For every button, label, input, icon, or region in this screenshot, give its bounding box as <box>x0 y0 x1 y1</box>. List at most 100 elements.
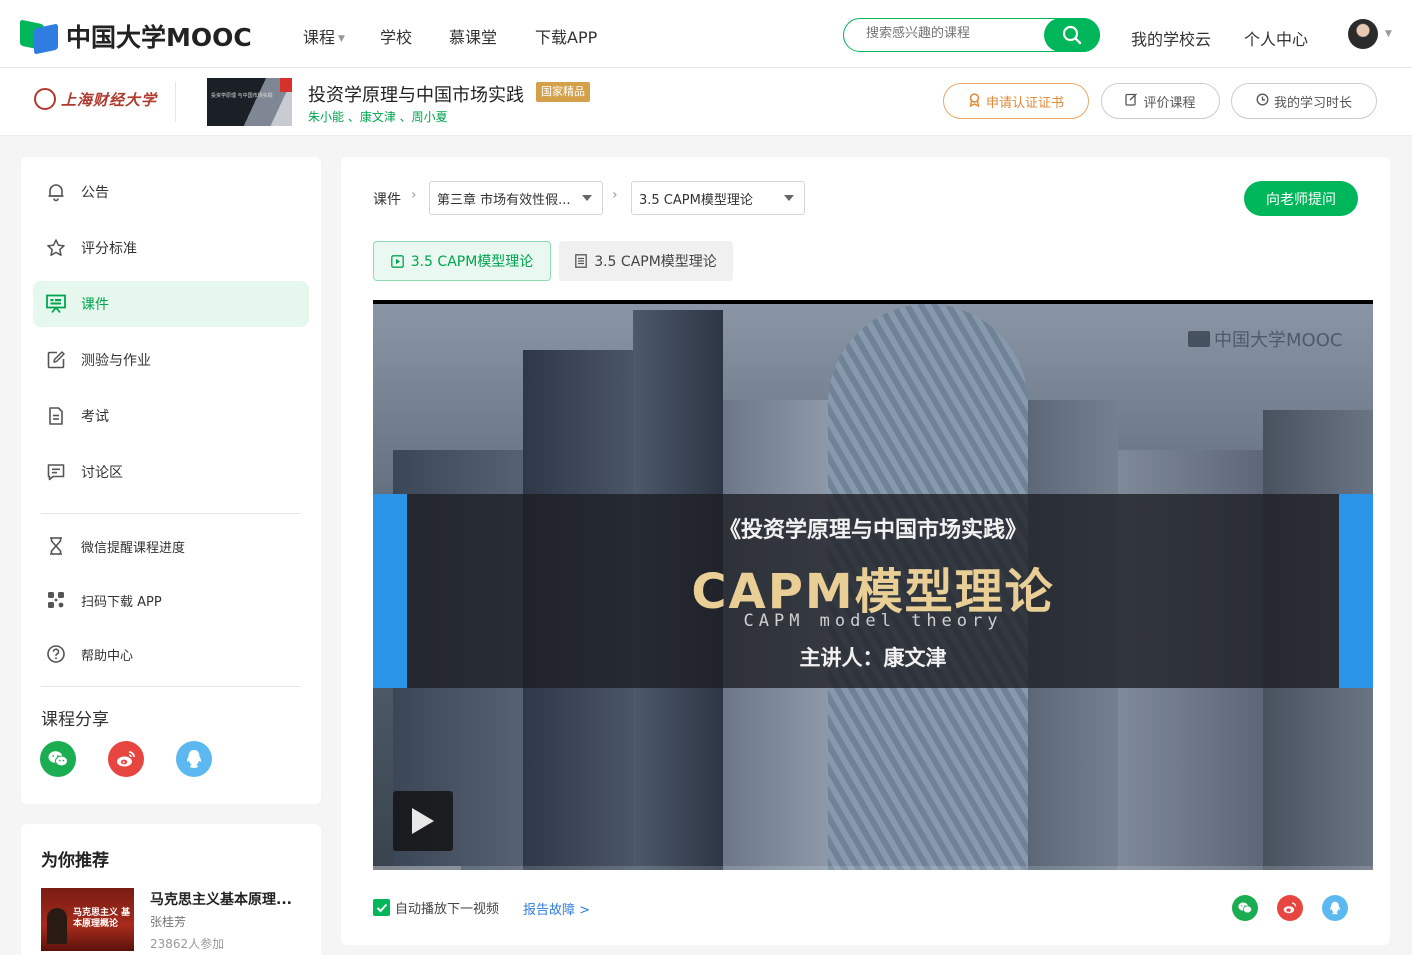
autoplay-checkbox[interactable]: 自动播放下一视频 <box>373 898 499 917</box>
mooc-logo-icon <box>20 19 60 55</box>
sidebar-divider <box>41 686 301 687</box>
sidebar-divider <box>41 513 301 514</box>
ask-teacher-button[interactable]: 向老师提问 <box>1244 181 1358 216</box>
avatar[interactable] <box>1348 19 1378 49</box>
video-subtitle: 《投资学原理与中国市场实践》 <box>718 518 1027 543</box>
breadcrumb-label[interactable]: 课件 <box>373 189 401 209</box>
chevron-right-icon: › <box>411 187 417 203</box>
rate-course-button[interactable]: 评价课程 <box>1101 83 1220 119</box>
apply-certificate-label: 申请认证证书 <box>985 95 1064 111</box>
wechat-share-button[interactable] <box>40 741 76 777</box>
qq-share-button[interactable] <box>1322 895 1348 921</box>
video-icon <box>390 254 404 268</box>
dropdown-caret-icon: ▼ <box>338 34 345 44</box>
report-issue-link[interactable]: 报告故障 > <box>523 899 590 918</box>
sidebar-item-discussion[interactable]: 讨论区 <box>33 449 309 495</box>
mooc-watermark-icon <box>1188 331 1210 347</box>
sidebar-tool-download-app[interactable]: 扫码下载 APP <box>33 577 309 623</box>
search-button[interactable] <box>1044 18 1100 52</box>
share-title: 课程分享 <box>41 710 109 730</box>
bell-icon <box>45 181 67 203</box>
play-button[interactable] <box>393 791 453 851</box>
mooc-logo[interactable]: 中国大学MOOC <box>20 18 252 55</box>
sidebar-item-label: 考试 <box>81 409 109 425</box>
lesson-select[interactable]: 3.5 CAPM模型理论 <box>631 181 805 215</box>
weibo-share-button[interactable] <box>108 741 144 777</box>
recommend-course-count: 23862人参加 <box>150 937 225 951</box>
unit-tab-document[interactable]: 3.5 CAPM模型理论 <box>559 241 733 281</box>
unit-tab-label: 3.5 CAPM模型理论 <box>594 254 717 270</box>
qrcode-icon <box>45 589 67 611</box>
video-speaker: 主讲人：康文津 <box>799 646 947 670</box>
search-input[interactable] <box>866 26 1036 41</box>
course-header: 上海财经大学 投资学原理 与中国市场实践 投资学原理与中国市场实践 国家精品 朱… <box>0 68 1412 136</box>
chapter-select-value: 第三章 市场有效性假... <box>437 192 571 208</box>
clock-icon <box>1256 93 1269 109</box>
play-icon <box>412 808 434 834</box>
weibo-icon <box>117 751 135 767</box>
video-watermark-text: 中国大学MOOC <box>1214 330 1343 351</box>
weibo-icon <box>1283 902 1297 914</box>
sidebar-item-announcement[interactable]: 公告 <box>33 169 309 215</box>
document-icon <box>45 405 67 427</box>
chevron-right-icon: › <box>612 187 618 203</box>
avatar-dropdown-icon[interactable]: ▼ <box>1385 29 1392 39</box>
rate-edit-icon <box>1125 93 1138 109</box>
my-school-cloud-link[interactable]: 我的学校云 <box>1131 26 1211 50</box>
recommend-course-name[interactable]: 马克思主义基本原理... <box>150 889 300 909</box>
search-box <box>843 18 1100 52</box>
sidebar-item-courseware[interactable]: 课件 <box>33 281 309 327</box>
sidebar-item-quiz[interactable]: 测验与作业 <box>33 337 309 383</box>
sidebar-item-label: 评分标准 <box>81 241 137 257</box>
chapter-select[interactable]: 第三章 市场有效性假... <box>429 181 603 215</box>
course-thumbnail[interactable]: 投资学原理 与中国市场实践 <box>207 78 292 126</box>
course-teachers[interactable]: 朱小能 、康文津 、周小夏 <box>308 108 448 125</box>
sidebar-tool-help-center[interactable]: 帮助中心 <box>33 631 309 677</box>
recommend-title: 为你推荐 <box>41 851 109 871</box>
qq-icon <box>186 750 202 768</box>
rate-course-label: 评价课程 <box>1143 95 1196 111</box>
qq-share-button[interactable] <box>176 741 212 777</box>
award-icon <box>968 92 981 110</box>
sidebar-item-label: 测验与作业 <box>81 353 151 369</box>
brand-name: 中国大学MOOC <box>66 23 252 52</box>
courseware-panel: 课件 › 第三章 市场有效性假... › 3.5 CAPM模型理论 向老师提问 … <box>341 157 1390 945</box>
recommend-course-thumbnail[interactable]: 马克思主义 基本原理概论 <box>41 888 134 951</box>
nav-mooc-classroom[interactable]: 慕课堂 <box>449 24 497 48</box>
sidebar-item-exam[interactable]: 考试 <box>33 393 309 439</box>
apply-certificate-button[interactable]: 申请认证证书 <box>943 83 1089 119</box>
quality-badge: 国家精品 <box>536 82 590 102</box>
presentation-icon <box>45 293 67 315</box>
video-progress-bar[interactable] <box>373 866 1373 870</box>
school-name: 上海财经大学 <box>61 90 158 109</box>
lesson-select-value: 3.5 CAPM模型理论 <box>639 192 753 208</box>
hourglass-icon <box>45 535 67 557</box>
qq-icon <box>1330 901 1340 915</box>
sidebar-tool-wechat-reminder[interactable]: 微信提醒课程进度 <box>33 523 309 569</box>
study-time-label: 我的学习时长 <box>1273 95 1352 111</box>
video-progress-fill <box>373 866 461 870</box>
video-player[interactable]: 中国大学MOOC 《投资学原理与中国市场实践》 CAPM模型理论 CAPM mo… <box>373 300 1373 870</box>
unit-tab-video[interactable]: 3.5 CAPM模型理论 <box>373 241 551 281</box>
help-icon <box>45 643 67 665</box>
weibo-share-button[interactable] <box>1277 895 1303 921</box>
school-logo[interactable]: 上海财经大学 <box>34 88 157 110</box>
unit-tab-label: 3.5 CAPM模型理论 <box>410 254 534 270</box>
chevron-down-icon <box>784 195 794 201</box>
wechat-icon <box>1238 902 1252 914</box>
study-time-button[interactable]: 我的学习时长 <box>1231 83 1377 119</box>
sidebar-item-label: 公告 <box>81 185 109 201</box>
search-icon <box>1062 25 1082 45</box>
personal-center-link[interactable]: 个人中心 <box>1244 26 1308 50</box>
nav-courses-label: 课程 <box>303 28 336 47</box>
wechat-share-button[interactable] <box>1232 895 1258 921</box>
sidebar-item-grading[interactable]: 评分标准 <box>33 225 309 271</box>
star-icon <box>45 237 67 259</box>
nav-schools[interactable]: 学校 <box>380 24 412 48</box>
nav-courses[interactable]: 课程 ▼ <box>303 24 345 48</box>
course-title[interactable]: 投资学原理与中国市场实践 <box>308 81 524 107</box>
nav-download-app[interactable]: 下载APP <box>535 24 597 48</box>
recommend-course-teacher: 张桂芳 <box>150 915 187 929</box>
course-sidebar: 公告 评分标准 课件 测验与作业 考试 讨论区 微信提醒课程进度 扫码下载 AP… <box>21 157 321 804</box>
school-seal-icon <box>34 88 56 110</box>
